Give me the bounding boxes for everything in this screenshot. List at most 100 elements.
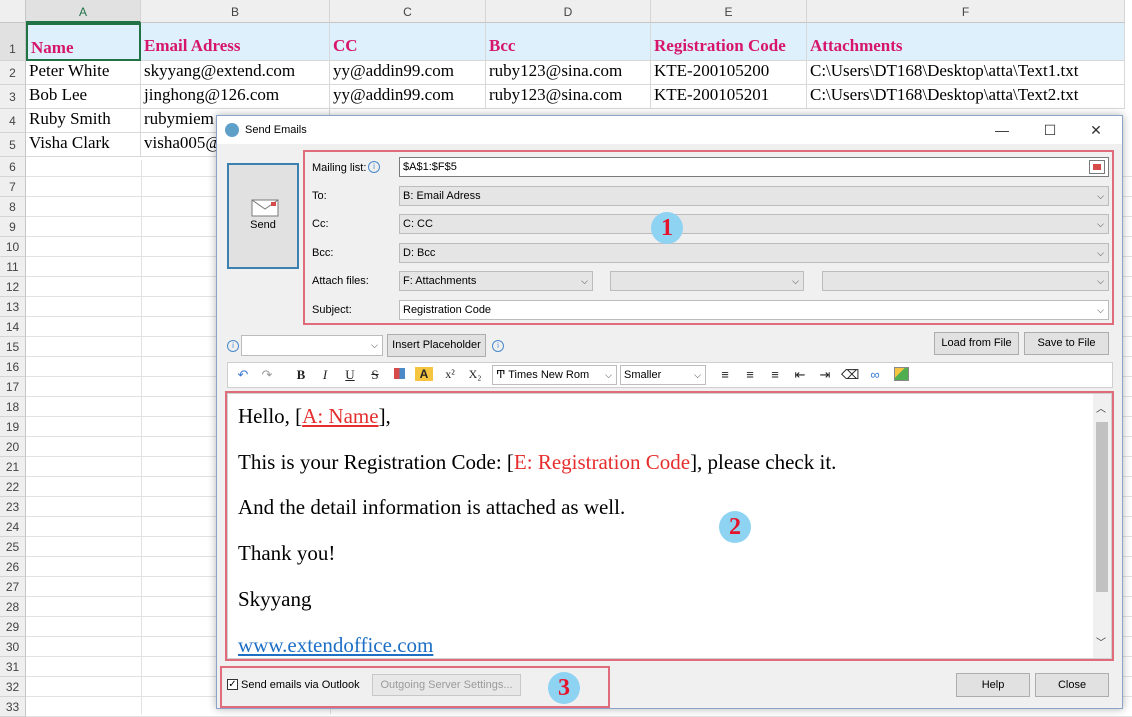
row-header[interactable]: 22 — [0, 477, 26, 497]
row-header[interactable]: 15 — [0, 337, 26, 357]
callout-badge-2: 2 — [719, 511, 751, 543]
info-icon[interactable]: i — [492, 340, 504, 352]
close-button[interactable]: Close — [1035, 673, 1109, 697]
row-header[interactable]: 11 — [0, 257, 26, 277]
font-size-select[interactable]: Smaller ⌵ — [620, 365, 706, 385]
row-header[interactable]: 21 — [0, 457, 26, 477]
row-header[interactable]: 26 — [0, 557, 26, 577]
info-icon[interactable]: i — [227, 340, 239, 352]
table-cell[interactable]: jinghong@126.com — [141, 85, 330, 109]
chevron-down-icon: ⌵ — [371, 340, 378, 350]
close-window-button[interactable]: ✕ — [1074, 116, 1118, 144]
row-header[interactable]: 16 — [0, 357, 26, 377]
align-left-icon[interactable]: ≡ — [716, 367, 734, 382]
underline-icon[interactable]: U — [341, 367, 359, 383]
row-header[interactable]: 23 — [0, 497, 26, 517]
row-header[interactable]: 2 — [0, 61, 26, 85]
table-cell[interactable]: KTE-200105200 — [651, 61, 807, 85]
highlight-box-2 — [225, 391, 1114, 661]
help-button[interactable]: Help — [956, 673, 1030, 697]
header-cell-email[interactable]: Email Adress — [141, 23, 330, 61]
row-header[interactable]: 30 — [0, 637, 26, 657]
bold-icon[interactable]: B — [292, 367, 310, 383]
table-cell[interactable]: C:\Users\DT168\Desktop\atta\Text1.txt — [807, 61, 1125, 85]
text-color-icon[interactable] — [390, 367, 408, 382]
highlight-color-icon[interactable]: A — [415, 367, 433, 381]
select-all-corner[interactable] — [0, 0, 26, 23]
row-header[interactable]: 20 — [0, 437, 26, 457]
formatting-toolbar: ↶ ↷ B I U S A x² X₂ Ͳ Times New Rom ⌵ Sma… — [227, 362, 1113, 388]
row-header[interactable]: 4 — [0, 109, 26, 133]
header-cell-attachments[interactable]: Attachments — [807, 23, 1125, 61]
table-cell[interactable]: Peter White — [26, 61, 141, 85]
align-center-icon[interactable]: ≡ — [741, 367, 759, 382]
load-from-file-button[interactable]: Load from File — [934, 332, 1019, 355]
column-header-a[interactable]: A — [26, 0, 141, 23]
row-header[interactable]: 10 — [0, 237, 26, 257]
column-header-c[interactable]: C — [330, 0, 486, 23]
row-header[interactable]: 1 — [0, 23, 26, 61]
header-cell-cc[interactable]: CC — [330, 23, 486, 61]
row-header[interactable]: 12 — [0, 277, 26, 297]
row-header[interactable]: 9 — [0, 217, 26, 237]
row-header[interactable]: 18 — [0, 397, 26, 417]
row-header[interactable]: 13 — [0, 297, 26, 317]
table-cell[interactable]: C:\Users\DT168\Desktop\atta\Text2.txt — [807, 85, 1125, 109]
insert-placeholder-button[interactable]: Insert Placeholder — [387, 334, 486, 357]
column-header-d[interactable]: D — [486, 0, 651, 23]
table-cell[interactable]: skyyang@extend.com — [141, 61, 330, 85]
row-header[interactable]: 28 — [0, 597, 26, 617]
chevron-down-icon: ⌵ — [694, 370, 701, 380]
row-header[interactable]: 8 — [0, 197, 26, 217]
row-header[interactable]: 7 — [0, 177, 26, 197]
align-right-icon[interactable]: ≡ — [766, 367, 784, 382]
strikethrough-icon[interactable]: S — [366, 367, 384, 383]
table-cell[interactable]: KTE-200105201 — [651, 85, 807, 109]
clear-format-icon[interactable]: ⌫ — [841, 367, 859, 383]
row-header[interactable]: 6 — [0, 157, 26, 177]
table-cell[interactable]: ruby123@sina.com — [486, 85, 651, 109]
header-cell-name[interactable]: Name — [26, 23, 141, 61]
dialog-titlebar[interactable]: Send Emails — ☐ ✕ — [217, 116, 1122, 144]
row-header[interactable]: 25 — [0, 537, 26, 557]
indent-icon[interactable]: ⇥ — [816, 367, 834, 383]
row-header[interactable]: 24 — [0, 517, 26, 537]
row-header[interactable]: 3 — [0, 85, 26, 109]
insert-image-icon[interactable] — [892, 367, 910, 384]
undo-icon[interactable]: ↶ — [234, 367, 252, 383]
font-name-select[interactable]: Ͳ Times New Rom ⌵ — [492, 365, 617, 385]
row-header[interactable]: 32 — [0, 677, 26, 697]
row-header[interactable]: 14 — [0, 317, 26, 337]
italic-icon[interactable]: I — [316, 367, 334, 383]
row-header[interactable]: 19 — [0, 417, 26, 437]
callout-badge-1: 1 — [651, 212, 683, 244]
table-cell[interactable]: yy@addin99.com — [330, 61, 486, 85]
subscript-icon[interactable]: X₂ — [466, 367, 484, 382]
column-header-e[interactable]: E — [651, 0, 807, 23]
table-cell[interactable]: Visha Clark — [26, 133, 141, 157]
column-header-b[interactable]: B — [141, 0, 330, 23]
table-cell[interactable]: Bob Lee — [26, 85, 141, 109]
send-button[interactable]: Send — [227, 163, 299, 269]
header-cell-registration-code[interactable]: Registration Code — [651, 23, 807, 61]
row-header[interactable]: 31 — [0, 657, 26, 677]
redo-icon[interactable]: ↷ — [258, 367, 276, 383]
row-header[interactable]: 5 — [0, 133, 26, 157]
maximize-button[interactable]: ☐ — [1028, 116, 1072, 144]
row-header[interactable]: 29 — [0, 617, 26, 637]
column-header-f[interactable]: F — [807, 0, 1125, 23]
row-header[interactable]: 17 — [0, 377, 26, 397]
table-cell[interactable]: ruby123@sina.com — [486, 61, 651, 85]
superscript-icon[interactable]: x² — [441, 367, 459, 382]
placeholder-select[interactable]: ⌵ — [241, 335, 383, 356]
table-cell[interactable]: Ruby Smith — [26, 109, 141, 133]
row-header[interactable]: 27 — [0, 577, 26, 597]
header-cell-bcc[interactable]: Bcc — [486, 23, 651, 61]
callout-badge-3: 3 — [548, 672, 580, 704]
minimize-button[interactable]: — — [980, 116, 1024, 144]
save-to-file-button[interactable]: Save to File — [1024, 332, 1109, 355]
hyperlink-icon[interactable]: ∞ — [866, 367, 884, 382]
row-header[interactable]: 33 — [0, 697, 26, 717]
outdent-icon[interactable]: ⇤ — [791, 367, 809, 383]
table-cell[interactable]: yy@addin99.com — [330, 85, 486, 109]
